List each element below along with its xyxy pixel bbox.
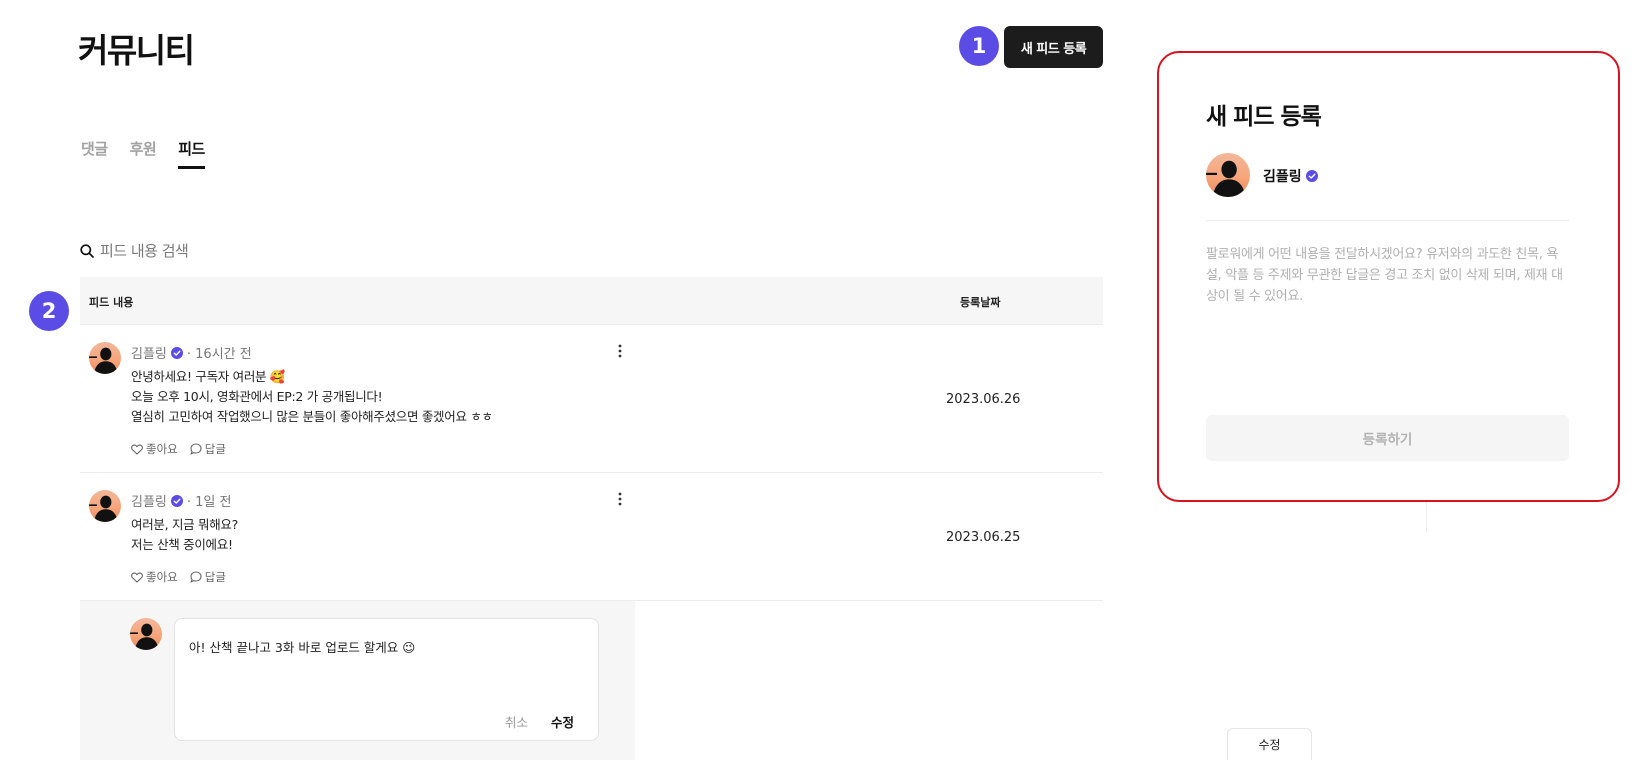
feed-text: 안녕하세요! 구독자 여러분 🥰 오늘 오후 10시, 영화관에서 EP:2 가…	[131, 367, 493, 427]
author-name: 김플링	[131, 495, 167, 510]
feed-line: 오늘 오후 10시, 영화관에서 EP:2 가 공개됩니다!	[131, 389, 383, 404]
edit-button[interactable]: 수정	[1227, 728, 1312, 760]
reply-label: 답글	[204, 570, 226, 584]
feed-content-input[interactable]: 팔로워에게 어떤 내용을 전달하시겠어요? 유저와의 과도한 친목, 욕설, 악…	[1206, 244, 1572, 307]
like-button[interactable]: 좋아요	[131, 569, 178, 585]
reply-input[interactable]: 아! 산책 끝나고 3화 바로 업로드 할게요 😉	[189, 637, 415, 656]
avatar	[1206, 153, 1250, 197]
like-label: 좋아요	[146, 442, 178, 456]
like-button[interactable]: 좋아요	[131, 441, 178, 457]
more-options-icon[interactable]	[610, 341, 630, 361]
post-actions: 좋아요 답글	[131, 441, 226, 457]
table-row: 김플링 · 1일 전 여러분, 지금 뭐해요? 저는 산책 중이에요! 좋아요 …	[80, 473, 1103, 601]
like-label: 좋아요	[146, 570, 178, 584]
submit-feed-button[interactable]: 등록하기	[1206, 415, 1569, 461]
panel-user-name: 김플링	[1263, 169, 1302, 185]
post-time: · 16시간 전	[186, 347, 252, 362]
avatar	[89, 342, 121, 374]
feed-line: 저는 산책 중이에요!	[131, 537, 233, 552]
registered-date: 2023.06.26	[946, 392, 1021, 407]
post-time: · 1일 전	[186, 495, 232, 510]
search-input[interactable]: 피드 내용 검색	[100, 240, 189, 261]
reply-cancel-button[interactable]: 취소	[505, 712, 528, 731]
new-feed-button[interactable]: 새 피드 등록	[1004, 26, 1103, 68]
panel-title: 새 피드 등록	[1206, 104, 1322, 130]
search-icon	[80, 243, 94, 258]
reply-edit-button[interactable]: 수정	[551, 712, 574, 731]
divider	[1206, 220, 1569, 221]
table-row: 김플링 · 16시간 전 안녕하세요! 구독자 여러분 🥰 오늘 오후 10시,…	[80, 325, 1103, 473]
tab-comments[interactable]: 댓글	[81, 138, 108, 169]
avatar	[89, 490, 121, 522]
tab-feed[interactable]: 피드	[178, 138, 205, 169]
heart-icon	[131, 571, 143, 583]
comment-icon	[190, 571, 202, 583]
avatar	[130, 618, 162, 650]
reply-button[interactable]: 답글	[190, 441, 226, 457]
page-title: 커뮤니티	[78, 31, 195, 70]
tab-sponsorship[interactable]: 후원	[130, 138, 157, 169]
reply-label: 답글	[204, 442, 226, 456]
step-badge-2: 2	[29, 291, 69, 331]
reply-editor-area: 아! 산책 끝나고 3화 바로 업로드 할게요 😉 취소 수정	[80, 601, 635, 760]
table-header: 피드 내용 등록날짜	[80, 277, 1103, 325]
verified-icon	[1306, 170, 1318, 182]
post-actions: 좋아요 답글	[131, 569, 226, 585]
heart-icon	[131, 443, 143, 455]
column-header-date: 등록날짜	[960, 296, 1001, 309]
verified-icon	[171, 347, 183, 359]
step-badge-1: 1	[959, 26, 999, 66]
feed-line: 안녕하세요! 구독자 여러분 🥰	[131, 369, 286, 384]
tab-bar: 댓글 후원 피드	[81, 138, 205, 169]
reply-editor[interactable]: 아! 산책 끝나고 3화 바로 업로드 할게요 😉 취소 수정	[174, 618, 599, 741]
verified-icon	[171, 495, 183, 507]
panel-user: 김플링	[1263, 166, 1318, 186]
author-line: 김플링 · 1일 전	[131, 491, 231, 510]
registered-date: 2023.06.25	[946, 530, 1021, 545]
new-feed-panel: 새 피드 등록 김플링 팔로워에게 어떤 내용을 전달하시겠어요? 유저와의 과…	[1157, 51, 1620, 502]
feed-text: 여러분, 지금 뭐해요? 저는 산책 중이에요!	[131, 515, 238, 555]
more-options-icon[interactable]	[610, 489, 630, 509]
feed-line: 여러분, 지금 뭐해요?	[131, 517, 238, 532]
feed-line: 열심히 고민하여 작업했으니 많은 분들이 좋아해주셨으면 좋겠어요 ㅎㅎ	[131, 409, 493, 424]
author-name: 김플링	[131, 347, 167, 362]
feed-search[interactable]: 피드 내용 검색	[80, 240, 189, 261]
comment-icon	[190, 443, 202, 455]
author-line: 김플링 · 16시간 전	[131, 343, 252, 362]
column-header-content: 피드 내용	[89, 296, 134, 309]
reply-button[interactable]: 답글	[190, 569, 226, 585]
